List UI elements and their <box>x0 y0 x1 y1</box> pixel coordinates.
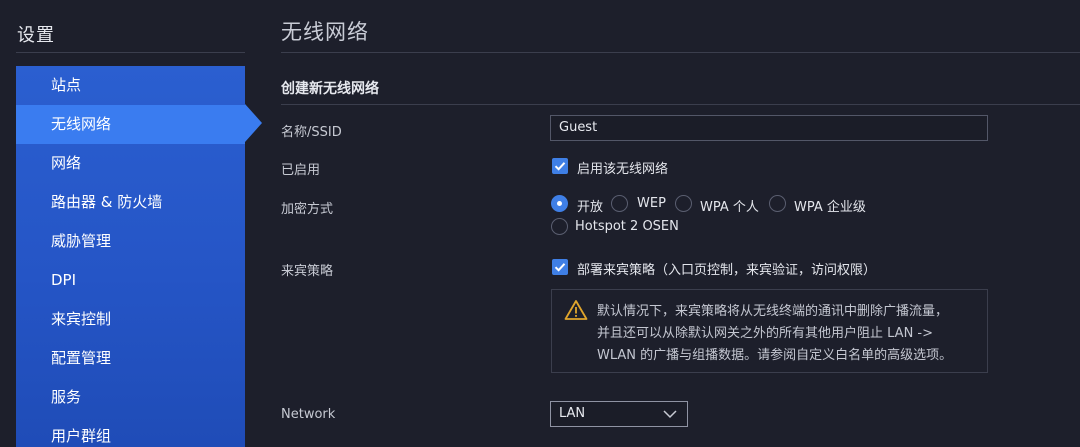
sidebar-item-dpi[interactable]: DPI <box>16 261 245 300</box>
enabled-checkbox[interactable] <box>552 158 568 174</box>
network-select-value: LAN <box>559 406 586 421</box>
main-panel: 无线网络 创建新无线网络 名称/SSID Guest 已启用 启用该无线网络 加… <box>281 0 1080 447</box>
ssid-label: 名称/SSID <box>281 125 342 140</box>
enabled-checkbox-label: 启用该无线网络 <box>577 162 669 177</box>
sidebar-item-networks[interactable]: 网络 <box>16 144 245 183</box>
settings-page: 设置 站点 无线网络 网络 路由器 & 防火墙 威胁管理 DPI 来宾控制 配置… <box>0 0 1080 447</box>
security-radio-hotspot-osen[interactable] <box>551 218 568 235</box>
checkmark-icon <box>554 162 566 171</box>
sidebar-item-sites[interactable]: 站点 <box>16 66 245 105</box>
security-radio-wep[interactable] <box>611 195 628 212</box>
section-divider <box>281 104 1080 105</box>
warning-triangle-icon <box>564 300 588 320</box>
sidebar-nav: 站点 无线网络 网络 路由器 & 防火墙 威胁管理 DPI 来宾控制 配置管理 … <box>16 66 245 447</box>
enabled-label: 已启用 <box>281 163 321 178</box>
network-select[interactable]: LAN <box>550 401 688 427</box>
sidebar-item-wireless-networks[interactable]: 无线网络 <box>16 105 245 144</box>
ssid-input[interactable]: Guest <box>550 115 988 141</box>
sidebar-item-services[interactable]: 服务 <box>16 378 245 417</box>
network-label: Network <box>281 407 336 422</box>
guest-policy-label: 来宾策略 <box>281 264 334 279</box>
sidebar-item-user-groups[interactable]: 用户群组 <box>16 417 245 447</box>
guest-policy-checkbox-label: 部署来宾策略（入口页控制，来宾验证，访问权限） <box>577 263 877 278</box>
warning-text-line-1: 默认情况下，来宾策略将从无线终端的通讯中删除广播流量， <box>597 304 949 319</box>
sidebar-item-guest-control[interactable]: 来宾控制 <box>16 300 245 339</box>
guest-policy-checkbox[interactable] <box>552 259 568 275</box>
warning-text-line-3: WLAN 的广播与组播数据。请参阅自定义白名单的高级选项。 <box>597 348 953 363</box>
active-item-pointer <box>245 104 262 142</box>
guest-policy-warning: 默认情况下，来宾策略将从无线终端的通讯中删除广播流量， 并且还可以从除默认网关之… <box>551 289 988 373</box>
settings-sidebar: 设置 站点 无线网络 网络 路由器 & 防火墙 威胁管理 DPI 来宾控制 配置… <box>0 0 262 447</box>
security-radio-open[interactable] <box>551 195 568 212</box>
sidebar-item-profiles[interactable]: 配置管理 <box>16 339 245 378</box>
sidebar-item-routing-firewall[interactable]: 路由器 & 防火墙 <box>16 183 245 222</box>
security-option-open: 开放 <box>577 200 604 215</box>
security-option-wpa-personal: WPA 个人 <box>700 200 759 215</box>
chevron-down-icon <box>663 410 677 419</box>
warning-text-line-2: 并且还可以从除默认网关之外的所有其他用户阻止 LAN -> <box>597 326 934 341</box>
security-option-wpa-enterprise: WPA 企业级 <box>794 200 866 215</box>
security-radio-wpa-enterprise[interactable] <box>769 195 786 212</box>
sidebar-item-threat-management[interactable]: 威胁管理 <box>16 222 245 261</box>
section-title: 创建新无线网络 <box>281 81 379 97</box>
sidebar-title: 设置 <box>17 25 55 46</box>
security-option-wep: WEP <box>637 196 666 211</box>
security-label: 加密方式 <box>281 202 334 217</box>
security-radio-wpa-personal[interactable] <box>675 195 692 212</box>
security-option-hotspot-osen: Hotspot 2 OSEN <box>575 219 679 234</box>
checkmark-icon <box>554 263 566 272</box>
title-divider <box>281 52 1080 53</box>
page-title: 无线网络 <box>281 20 369 44</box>
sidebar-divider <box>16 52 245 53</box>
